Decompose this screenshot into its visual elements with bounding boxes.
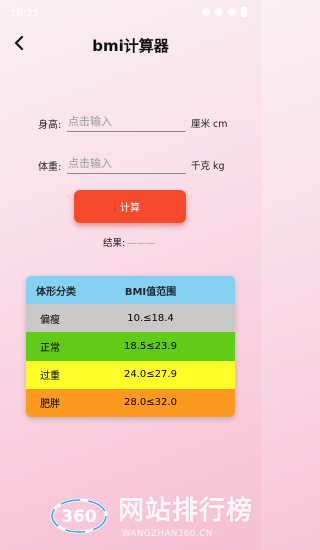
row-range: 18.5≤23.9	[124, 340, 177, 352]
watermark-logo-text: 360	[61, 507, 97, 527]
calculate-button[interactable]: 计算	[74, 190, 186, 223]
height-input[interactable]	[67, 112, 186, 132]
notification-icon	[202, 8, 210, 16]
page-title: bmi计算器	[92, 37, 169, 55]
height-row: 身高: 厘米 cm	[0, 112, 261, 136]
row-range: 24.0≤27.9	[124, 369, 177, 381]
weight-unit: 千克 kg	[191, 161, 225, 172]
row-category: 偏瘦	[40, 314, 60, 326]
row-category: 肥胖	[40, 399, 60, 411]
watermark-logo: 360	[50, 498, 108, 534]
row-range: 10.≤18.4	[127, 312, 174, 324]
row-range: 28.0≤32.0	[124, 397, 177, 409]
watermark-url: WANGZHAN360.CN	[122, 529, 213, 539]
table-row: 偏瘦 10.≤18.4	[26, 304, 235, 333]
status-time: 10:35	[10, 8, 39, 19]
weight-row: 体重: 千克 kg	[0, 154, 261, 178]
result-label: 结果:	[103, 238, 126, 249]
table-row: 正常 18.5≤23.9	[26, 332, 235, 361]
watermark-text: 网站排行榜	[118, 496, 254, 526]
wifi-icon	[215, 8, 223, 16]
weight-label: 体重:	[38, 162, 62, 173]
table-row: 过重 24.0≤27.9	[26, 360, 235, 389]
header-range: BMI值范围	[124, 286, 177, 298]
result-value: ———	[127, 238, 156, 249]
status-icons	[202, 7, 247, 17]
table-row: 肥胖 28.0≤32.0	[26, 388, 235, 417]
row-category: 过重	[40, 371, 60, 383]
height-unit: 厘米 cm	[191, 119, 228, 130]
row-category: 正常	[40, 342, 60, 354]
bmi-table: 体形分类 BMI值范围 偏瘦 10.≤18.4 正常 18.5≤23.9 过重 …	[26, 276, 235, 417]
weight-input[interactable]	[67, 154, 186, 174]
watermark: 360 网站排行榜 WANGZHAN360.CN	[0, 487, 261, 550]
table-header-row: 体形分类 BMI值范围	[26, 276, 235, 305]
status-bar: 10:35	[0, 0, 261, 26]
result-row: 结果: ———	[103, 235, 156, 249]
header-category: 体形分类	[36, 286, 76, 298]
height-label: 身高:	[38, 120, 62, 131]
battery-icon	[241, 7, 247, 17]
signal-icon	[228, 8, 236, 16]
